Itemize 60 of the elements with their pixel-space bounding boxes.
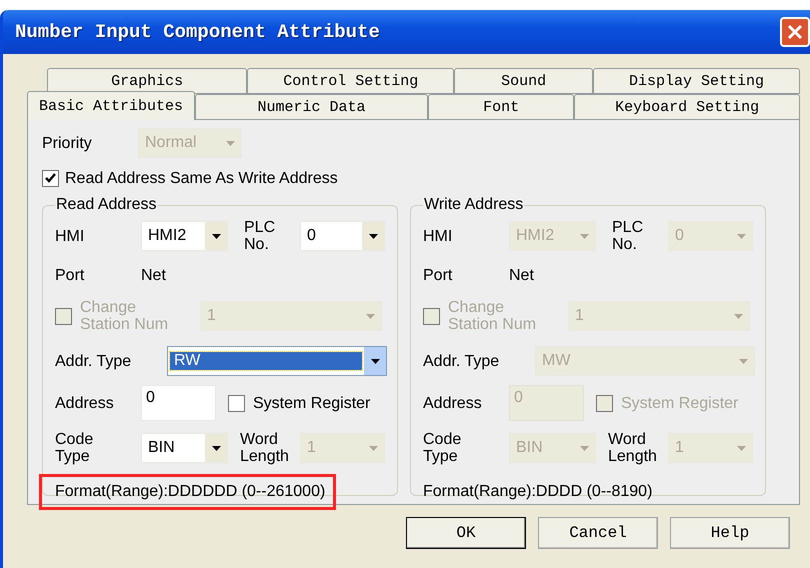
dialog-button[interactable]: Help: [670, 517, 790, 549]
code-type-dropdown[interactable]: BIN: [141, 433, 228, 463]
checkbox-label: System Register: [253, 394, 370, 412]
dropdown-arrow-icon: [580, 234, 588, 238]
field-label: Word Length: [608, 431, 658, 465]
close-icon: [787, 24, 803, 40]
checkbox-label: Read Address Same As Write Address: [65, 170, 338, 186]
field-label: Word Length: [240, 431, 290, 465]
dropdown-arrow-icon: [368, 234, 378, 238]
plc-dropdown[interactable]: 0: [300, 221, 385, 251]
dropdown-arrow-icon: [368, 446, 378, 450]
group-title: Write Address: [423, 196, 524, 214]
tab[interactable]: Numeric Data: [194, 94, 428, 120]
dropdown-arrow-icon: [736, 234, 746, 238]
tab[interactable]: Keyboard Setting: [574, 94, 800, 120]
dropdown-arrow-icon: [212, 234, 220, 238]
field-label: Priority: [42, 134, 93, 152]
format-range-text: Format(Range):DDDDDD (0--261000): [39, 474, 336, 510]
field-label: Address: [423, 394, 483, 412]
field-value: Net: [509, 266, 534, 284]
dropdown-arrow-icon: [366, 314, 374, 318]
address-type-dropdown[interactable]: RW: [167, 346, 387, 376]
window-title: Number Input Component Attribute: [15, 21, 380, 43]
field-value: Net: [141, 266, 166, 284]
checkbox[interactable]: [42, 170, 59, 186]
tab[interactable]: Basic Attributes: [27, 91, 195, 120]
checkbox-label: Change Station Num: [448, 299, 538, 333]
tab[interactable]: Control Setting: [247, 68, 454, 94]
close-button[interactable]: [780, 17, 810, 47]
hmi-dropdown[interactable]: HMI2: [141, 221, 228, 251]
field-label: Address: [55, 394, 115, 412]
field-label: HMI: [423, 228, 454, 244]
tab[interactable]: Display Setting: [592, 68, 800, 94]
dropdown-arrow-icon: [734, 314, 742, 318]
field-label: Code Type: [55, 431, 94, 465]
field-label: HMI: [55, 228, 86, 244]
group-title: Read Address: [55, 196, 158, 214]
field-label: Port: [55, 266, 86, 284]
field-label: Addr. Type: [423, 352, 500, 370]
field-label: PLC No.: [612, 219, 644, 253]
field-label: Addr. Type: [55, 352, 132, 370]
dropdown-arrow-icon: [226, 140, 234, 146]
field-label: Code Type: [423, 431, 462, 465]
address-field[interactable]: 0: [141, 385, 216, 421]
checkbox-label: System Register: [621, 394, 738, 412]
dropdown-arrow-icon: [738, 358, 748, 364]
dialog-button[interactable]: Cancel: [538, 517, 658, 549]
checkbox[interactable]: [228, 394, 245, 412]
tab[interactable]: Graphics: [47, 68, 248, 94]
checkbox-label: Change Station Num: [80, 299, 170, 333]
tab[interactable]: Sound: [454, 68, 593, 94]
tab[interactable]: Font: [428, 94, 574, 120]
dialog-button[interactable]: OK: [406, 517, 526, 549]
dropdown-arrow-icon: [580, 446, 588, 450]
format-range-text: Format(Range):DDDD (0--8190): [422, 482, 654, 502]
dropdown-arrow-icon: [370, 358, 380, 364]
dropdown-arrow-icon: [736, 446, 746, 450]
field-label: Port: [423, 266, 454, 284]
dropdown-arrow-icon: [212, 446, 220, 450]
field-label: PLC No.: [244, 219, 276, 253]
